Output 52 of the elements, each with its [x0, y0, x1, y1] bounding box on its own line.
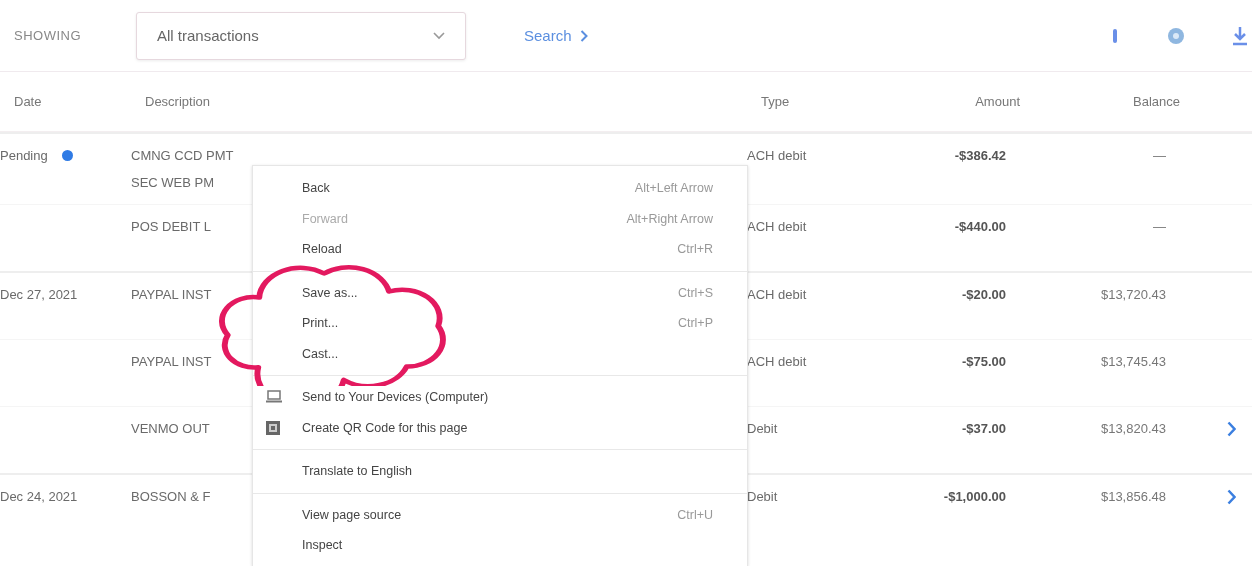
balance-cell-text: —	[1152, 148, 1167, 163]
caret-icon	[433, 31, 445, 40]
menu-item[interactable]: Print... Ctrl+P	[253, 308, 747, 339]
amount-cell-text: -$1,000.00	[942, 489, 1006, 504]
chevron-icon[interactable]	[1227, 489, 1236, 505]
balance-cell-text: $13,856.48	[1099, 489, 1167, 504]
amount-header: Amount	[974, 94, 1020, 109]
chevron-icon[interactable]	[1227, 421, 1236, 437]
balance-header: Balance	[1132, 94, 1181, 109]
date-cell: Dec 24, 2021	[0, 489, 78, 504]
type-cell-text: ACH debit	[746, 354, 808, 369]
amount-cell-text: -$386.42	[953, 148, 1006, 163]
menu-item[interactable]: View page source Ctrl+U	[253, 499, 747, 530]
balance-cell-text: $13,745.43	[1099, 354, 1167, 369]
balance-cell-text: $13,720.43	[1099, 287, 1167, 302]
description-text: PAYPAL INST	[131, 287, 212, 302]
balance-cell-text: $13,820.43	[1099, 421, 1167, 436]
balance-cell-text: —	[1152, 219, 1167, 234]
type-cell-text: ACH debit	[746, 148, 808, 163]
showing-label: SHOWING	[14, 28, 83, 43]
chevron-icon	[579, 29, 588, 42]
menu-item[interactable]: Translate to English	[253, 456, 747, 487]
download-icon[interactable]	[1232, 25, 1248, 46]
type-cell-text: Debit	[746, 489, 779, 504]
menu-item[interactable]: Save as... Ctrl+S	[253, 277, 747, 308]
description-text: SEC WEB PM	[131, 175, 215, 190]
menu-item[interactable]: Reload Ctrl+R	[253, 234, 747, 265]
description-text: VENMO OUT	[131, 421, 210, 436]
description-header: Description	[145, 94, 212, 109]
date-cell: Dec 27, 2021	[0, 287, 78, 302]
date-header: Date	[14, 94, 43, 109]
menu-item[interactable]: Send to Your Devices (Computer)	[253, 382, 747, 413]
description-text: POS DEBIT L	[131, 219, 211, 234]
menu-item[interactable]: Inspect	[253, 530, 747, 561]
description-text: CMNG CCD PMT	[131, 148, 234, 163]
type-cell-text: ACH debit	[746, 219, 808, 234]
amount-cell-text: -$75.00	[960, 354, 1006, 369]
qr-code-icon	[266, 420, 280, 435]
menu-item[interactable]: Cast...	[253, 338, 747, 369]
menu-item[interactable]: Create QR Code for this page	[253, 412, 747, 443]
menu-item[interactable]: Back Alt+Left Arrow	[253, 173, 747, 204]
description-text: BOSSON & F	[131, 489, 211, 504]
amount-cell-text: -$20.00	[960, 287, 1006, 302]
type-cell-text: Debit	[746, 421, 779, 436]
description-text: PAYPAL INST	[131, 354, 212, 369]
filter-dropdown[interactable]: All transactions	[136, 11, 466, 60]
amount-cell-text: -$37.00	[960, 421, 1006, 436]
date-cell: Pending	[0, 148, 48, 163]
laptop-icon	[266, 390, 282, 403]
type-header: Type	[760, 94, 791, 109]
type-cell-text: ACH debit	[746, 287, 808, 302]
amount-cell-text: -$440.00	[953, 219, 1006, 234]
